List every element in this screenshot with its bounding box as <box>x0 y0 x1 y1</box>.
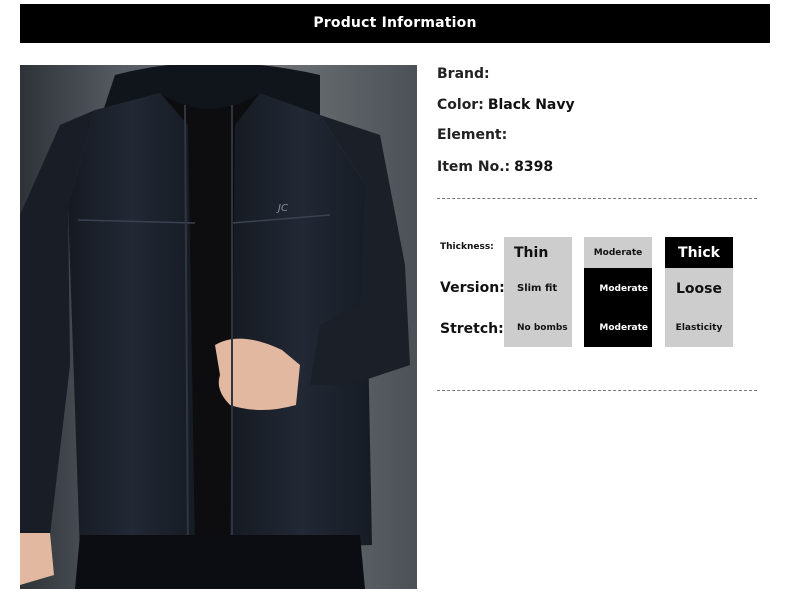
color-label: Color: <box>437 97 484 113</box>
element-row: Element: <box>437 127 511 143</box>
option-column-1: Thin Slim fit No bombs <box>504 237 572 347</box>
product-photo: JC <box>20 65 417 589</box>
divider-top <box>437 198 757 199</box>
thickness-option-thick[interactable]: Thick <box>665 237 733 268</box>
jacket-illustration: JC <box>20 65 417 589</box>
stretch-option-elasticity[interactable]: Elasticity <box>665 309 733 347</box>
version-label: Version: <box>440 280 505 296</box>
divider-bottom <box>437 390 757 391</box>
header-title: Product Information <box>313 14 477 31</box>
thickness-option-thin[interactable]: Thin <box>504 237 572 268</box>
svg-text:JC: JC <box>276 203 288 214</box>
product-detail-page: Product Information JC Brand: Color: Bla… <box>0 0 790 593</box>
color-value: Black Navy <box>487 97 575 113</box>
item-number-row: Item No.: 8398 <box>437 159 553 175</box>
stretch-option-moderate[interactable]: Moderate <box>584 309 652 347</box>
element-label: Element: <box>437 127 508 143</box>
version-option-loose[interactable]: Loose <box>665 268 733 309</box>
color-row: Color: Black Navy <box>437 97 575 113</box>
thickness-option-moderate[interactable]: Moderate <box>584 237 652 268</box>
thickness-label: Thickness: <box>440 242 494 252</box>
item-number-label: Item No.: <box>437 159 511 175</box>
version-option-moderate[interactable]: Moderate <box>584 268 652 309</box>
stretch-option-no-bombs[interactable]: No bombs <box>504 309 572 347</box>
brand-row: Brand: <box>437 66 494 82</box>
option-column-3: Thick Loose Elasticity <box>665 237 733 347</box>
item-number-value: 8398 <box>514 159 554 175</box>
stretch-label: Stretch: <box>440 321 504 337</box>
version-option-slim-fit[interactable]: Slim fit <box>504 268 572 309</box>
option-column-2: Moderate Moderate Moderate <box>584 237 652 347</box>
brand-label: Brand: <box>437 66 490 82</box>
product-information-header: Product Information <box>20 4 770 43</box>
